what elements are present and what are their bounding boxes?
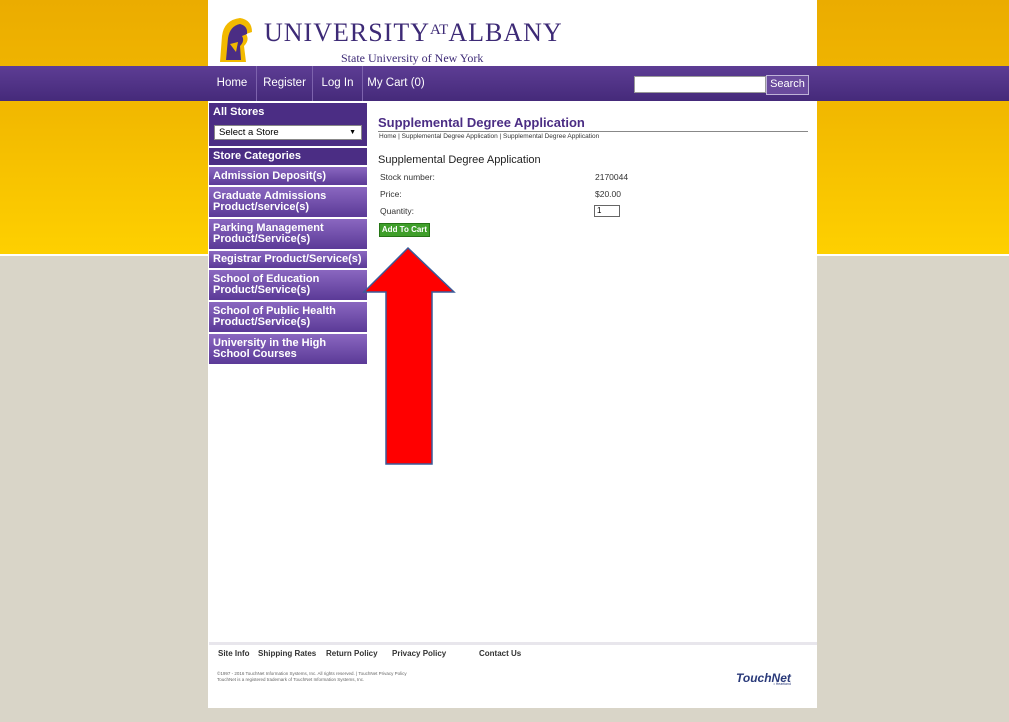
copyright-line: TouchNet is a registered trademark of To… [217,677,365,682]
price-label: Price: [380,189,402,199]
university-name[interactable]: UNIVERSITYATALBANY [264,18,563,48]
all-stores-heading: All Stores [209,103,367,122]
footer: Site Info Shipping Rates Return Policy P… [209,642,817,708]
university-subtitle: State University of New York [341,51,484,65]
nav-login-link[interactable]: Log In [313,66,362,101]
add-to-cart-button[interactable]: Add To Cart [379,223,430,237]
store-select-value: Select a Store [219,127,279,138]
nav-cart-link[interactable]: My Cart (0) [363,66,429,101]
store-categories-heading: Store Categories [209,148,367,165]
stock-number-value: 2170044 [595,172,629,182]
search-button[interactable]: Search [766,75,809,95]
page-title: Supplemental Degree Application [378,115,585,130]
sidebar-item-university-high-school[interactable]: University in the High School Courses [209,334,367,364]
nav-register-link[interactable]: Register [257,66,312,101]
nav-home-link[interactable]: Home [208,66,256,101]
stock-number-label: Stock number: [380,172,435,182]
footer-link-shipping-rates[interactable]: Shipping Rates [258,649,316,658]
chevron-down-icon: ▼ [349,129,356,136]
product-name: Supplemental Degree Application [378,154,541,166]
breadcrumb[interactable]: Home | Supplemental Degree Application |… [379,133,599,140]
sidebar-item-school-of-public-health[interactable]: School of Public Health Product/Service(… [209,302,367,332]
touchnet-logo[interactable]: TouchNet • Heartland [736,671,791,686]
copyright-text: ©1997 - 2016 TouchNet Information System… [217,671,407,683]
minerva-head-icon[interactable] [216,16,256,64]
sidebar-item-admission-deposit[interactable]: Admission Deposit(s) [209,167,367,185]
store-select-wrapper: Select a Store ▼ [209,122,367,146]
quantity-input[interactable]: 1 [594,205,620,217]
store-select[interactable]: Select a Store ▼ [214,125,362,140]
site-header: UNIVERSITYATALBANY State University of N… [208,8,817,66]
footer-link-return-policy[interactable]: Return Policy [326,649,378,658]
sidebar-item-school-of-education[interactable]: School of Education Product/Service(s) [209,270,367,300]
sidebar: All Stores Select a Store ▼ Store Catego… [209,103,367,364]
sidebar-item-registrar[interactable]: Registrar Product/Service(s) [209,251,367,268]
quantity-label: Quantity: [380,206,415,216]
search-input[interactable] [634,76,766,93]
title-divider [378,131,808,132]
footer-link-contact-us[interactable]: Contact Us [479,649,521,658]
sidebar-item-graduate-admissions[interactable]: Graduate Admissions Product/service(s) [209,187,367,217]
red-arrow-annotation [362,246,456,465]
sidebar-item-parking-management[interactable]: Parking Management Product/Service(s) [209,219,367,249]
top-navbar: Home Register Log In My Cart (0) Search [0,66,1009,101]
price-value: $20.00 [595,189,621,199]
footer-link-privacy-policy[interactable]: Privacy Policy [392,649,446,658]
footer-divider [209,642,817,645]
footer-link-site-info[interactable]: Site Info [218,649,250,658]
